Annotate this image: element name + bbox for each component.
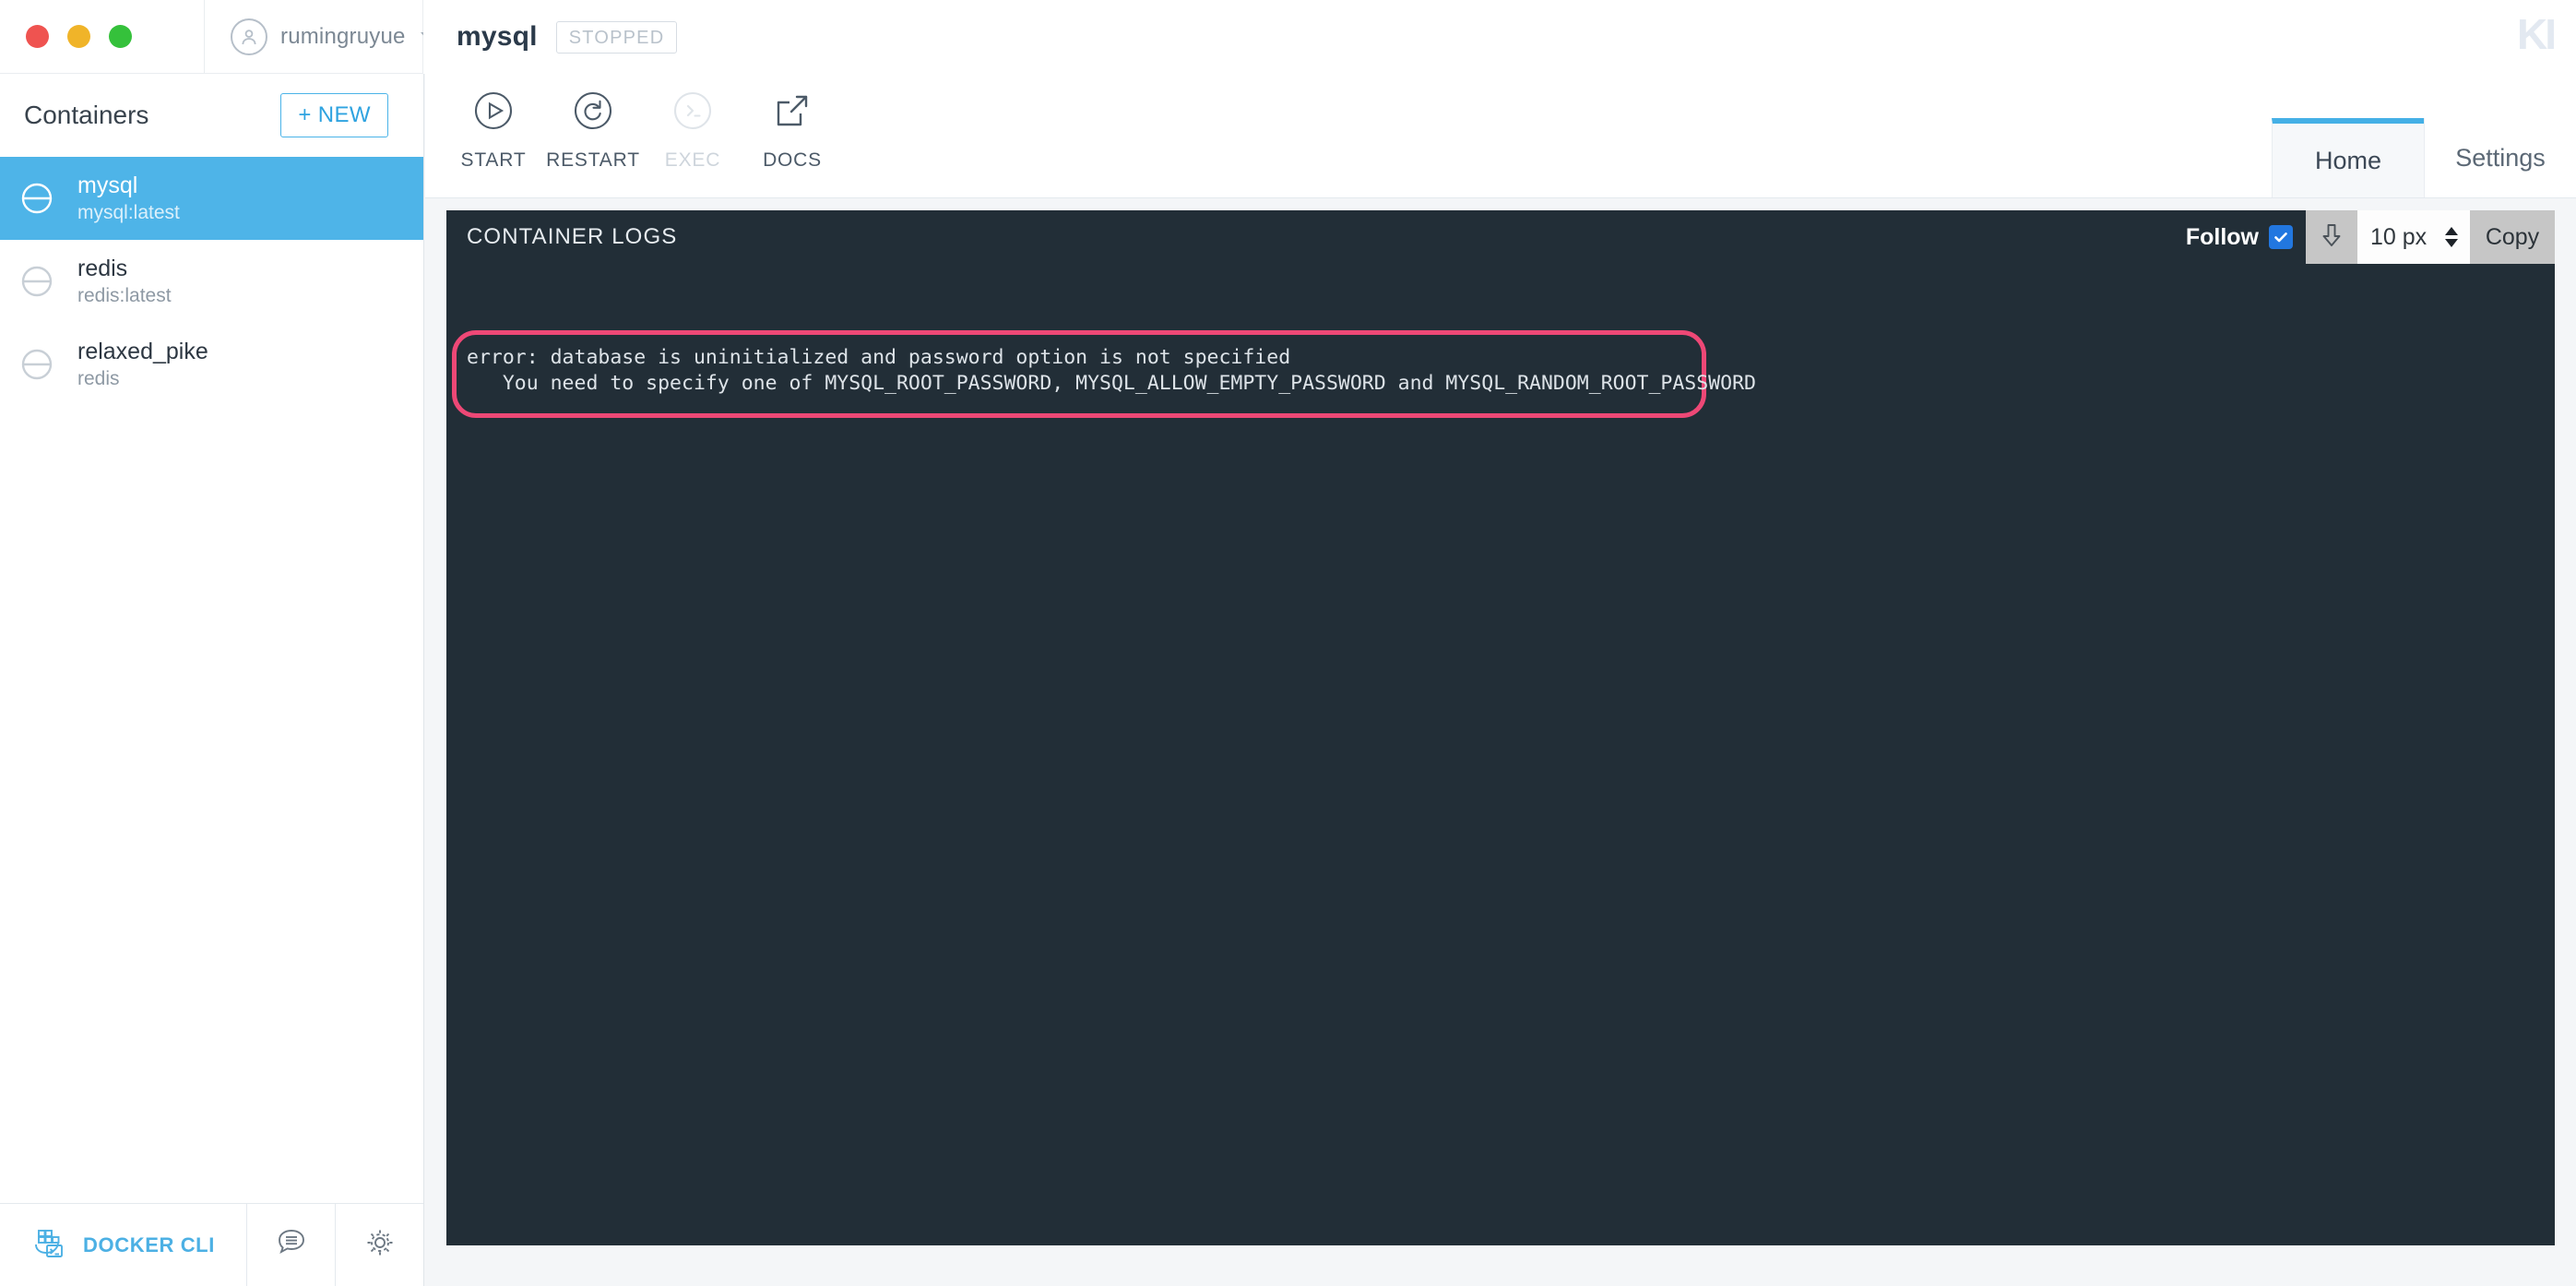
docs-label: DOCS [763,149,822,171]
restart-label: RESTART [546,149,640,171]
action-button-group: START RESTART EXEC DOCS [425,74,842,172]
stopped-circle-icon [17,344,57,385]
sidebar-item-redis[interactable]: redis redis:latest [0,240,423,323]
status-badge: STOPPED [555,20,678,54]
container-name: redis [77,256,128,282]
container-header: mysql STOPPED KI [423,0,2576,74]
stepper-arrows-icon[interactable] [2445,227,2458,247]
stepper-down-icon[interactable] [2445,239,2458,247]
play-circle-icon [468,85,519,141]
container-image: redis [77,367,120,389]
font-size-select[interactable]: 10 px [2357,210,2470,264]
container-name: mysql [77,173,138,199]
stopped-circle-icon [17,261,57,302]
download-arrow-icon [2320,221,2344,254]
exec-button: EXEC [643,85,742,172]
sidebar-item-relaxed-pike[interactable]: relaxed_pike redis [0,323,423,406]
docker-cli-icon [31,1226,70,1264]
copy-label: Copy [2485,223,2540,250]
logs-title: CONTAINER LOGS [467,224,678,249]
docs-button[interactable]: DOCS [742,85,842,172]
font-size-value: 10 px [2370,223,2428,250]
container-image: redis:latest [77,284,172,306]
maximize-window-button[interactable] [109,25,132,48]
gear-icon [362,1224,398,1266]
logs-controls: Follow 10 px Copy [2186,210,2555,264]
docker-desktop-window: rumingruyue mysql STOPPED KI Containers … [0,0,2576,1286]
sidebar-header: Containers + NEW [0,74,423,157]
container-image: mysql:latest [77,201,180,223]
follow-checkbox[interactable] [2269,225,2293,249]
tab-settings[interactable]: Settings [2424,118,2576,197]
new-container-button[interactable]: + NEW [280,93,388,137]
logs-body[interactable]: error: database is uninitialized and pas… [446,264,2555,1245]
page-title: mysql [457,21,538,52]
scroll-to-bottom-button[interactable] [2306,210,2357,264]
brand-logo: KI [2517,10,2557,58]
traffic-light-group [0,0,205,74]
window-top-strip: rumingruyue mysql STOPPED KI [0,0,2576,74]
container-list: mysql mysql:latest redis redis:latest re… [0,157,423,1203]
minimize-window-button[interactable] [67,25,90,48]
tab-bar: Home Settings [2272,118,2576,197]
copy-logs-button[interactable]: Copy [2470,210,2555,264]
sidebar-item-mysql[interactable]: mysql mysql:latest [0,157,423,240]
tab-home[interactable]: Home [2272,118,2424,197]
stopped-circle-icon [17,178,57,219]
log-output-text: error: database is uninitialized and pas… [467,346,1756,395]
terminal-circle-icon [667,85,718,141]
docker-cli-label: DOCKER CLI [83,1232,215,1256]
feedback-button[interactable] [246,1204,335,1286]
container-toolbar: START RESTART EXEC DOCS Home Settings [425,74,2576,198]
tab-home-label: Home [2314,146,2382,174]
restart-circle-icon [567,85,619,141]
follow-toggle[interactable]: Follow [2186,210,2306,264]
close-window-button[interactable] [26,25,49,48]
chat-bubble-icon [273,1224,310,1266]
user-name-label: rumingruyue [280,23,406,49]
restart-button[interactable]: RESTART [543,85,643,172]
user-circle-icon [231,18,267,55]
start-button[interactable]: START [444,85,543,172]
external-link-icon [766,85,818,141]
container-name: relaxed_pike [77,339,208,365]
sidebar-footer: DOCKER CLI [0,1203,423,1286]
logs-header: CONTAINER LOGS Follow 10 px Copy [446,210,2555,264]
settings-button[interactable] [335,1204,423,1286]
sidebar-title: Containers [24,101,149,129]
tab-settings-label: Settings [2455,143,2546,172]
stepper-up-icon[interactable] [2445,227,2458,235]
start-label: START [460,149,527,171]
docker-cli-button[interactable]: DOCKER CLI [0,1204,246,1286]
exec-label: EXEC [664,149,721,171]
user-account-menu[interactable]: rumingruyue [205,0,435,74]
sidebar: Containers + NEW mysql mysql:latest redi… [0,74,424,1286]
follow-label: Follow [2185,223,2259,250]
container-logs-panel: CONTAINER LOGS Follow 10 px Copy error: … [446,210,2555,1245]
